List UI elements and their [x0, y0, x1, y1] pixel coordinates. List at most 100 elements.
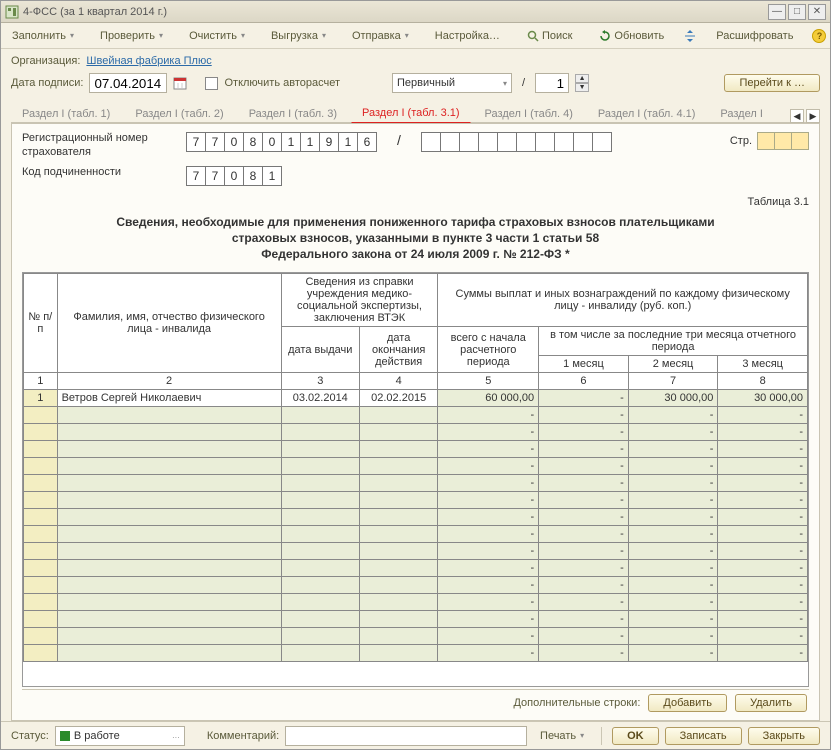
sub-cells: 77081: [186, 166, 282, 186]
reg-digit[interactable]: 7: [205, 132, 225, 152]
search-button[interactable]: Поиск: [519, 26, 579, 46]
col-number: 8: [718, 373, 808, 390]
reg-digit[interactable]: 7: [186, 132, 206, 152]
col-m3: 3 месяц: [718, 356, 808, 373]
sub-digit[interactable]: 7: [186, 166, 206, 186]
tab-scroll-right[interactable]: ▶: [806, 109, 820, 123]
close-button[interactable]: Закрыть: [748, 727, 820, 745]
reg-digit[interactable]: 1: [281, 132, 301, 152]
table-row[interactable]: ----: [24, 424, 808, 441]
col-last3: в том числе за последние три месяца отче…: [539, 327, 808, 356]
reg-digit[interactable]: 1: [338, 132, 358, 152]
table-row[interactable]: ----: [24, 475, 808, 492]
org-label: Организация:: [11, 55, 80, 67]
clear-button[interactable]: Очистить: [182, 27, 252, 45]
print-button[interactable]: Печать: [533, 727, 591, 745]
ok-button[interactable]: OK: [612, 727, 659, 745]
goto-button[interactable]: Перейти к …: [724, 74, 820, 92]
corr-num-spinner[interactable]: ▲▼: [575, 74, 589, 92]
autorecalc-checkbox[interactable]: [205, 77, 218, 90]
tab-1[interactable]: Раздел I (табл. 2): [124, 104, 234, 123]
table-row[interactable]: ----: [24, 577, 808, 594]
check-button[interactable]: Проверить: [93, 27, 170, 45]
sub-digit[interactable]: 0: [224, 166, 244, 186]
refresh-button[interactable]: Обновить: [591, 26, 671, 46]
col-m1: 1 месяц: [539, 356, 629, 373]
table-row[interactable]: ----: [24, 543, 808, 560]
tab-0[interactable]: Раздел I (табл. 1): [11, 104, 121, 123]
col-total: всего с начала расчетного периода: [438, 327, 539, 373]
page-cells: [758, 132, 809, 150]
table-row[interactable]: ----: [24, 509, 808, 526]
data-grid-scroll[interactable]: № п/п Фамилия, имя, отчество физического…: [22, 272, 809, 687]
table-row[interactable]: ----: [24, 492, 808, 509]
page-area: Регистрационный номер страхователя 77080…: [11, 122, 820, 721]
tab-2[interactable]: Раздел I (табл. 3): [238, 104, 348, 123]
sub-digit[interactable]: 8: [243, 166, 263, 186]
fill-button[interactable]: Заполнить: [5, 27, 81, 45]
col-num: № п/п: [24, 274, 58, 373]
reg-cells: 7708011916: [186, 132, 377, 152]
col-cert: Сведения из справки учреждения медико-со…: [281, 274, 438, 327]
reg-digit[interactable]: 1: [300, 132, 320, 152]
col-number: 2: [57, 373, 281, 390]
export-button[interactable]: Выгрузка: [264, 27, 333, 45]
save-button[interactable]: Записать: [665, 727, 742, 745]
col-date-issue: дата выдачи: [281, 327, 359, 373]
sub-digit[interactable]: 1: [262, 166, 282, 186]
doc-type-select[interactable]: Первичный▾: [392, 73, 512, 93]
add-row-button[interactable]: Добавить: [648, 694, 727, 712]
reg-digit[interactable]: 6: [357, 132, 377, 152]
minimize-button[interactable]: —: [768, 4, 786, 20]
table-row[interactable]: ----: [24, 645, 808, 662]
sign-date-label: Дата подписи:: [11, 77, 83, 89]
table-row[interactable]: ----: [24, 526, 808, 543]
table-row[interactable]: 1Ветров Сергей Николаевич03.02.201402.02…: [24, 390, 808, 407]
reg-digit[interactable]: 8: [243, 132, 263, 152]
tab-4[interactable]: Раздел I (табл. 4): [474, 104, 584, 123]
settings-button[interactable]: Настройка…: [428, 27, 507, 45]
table-row[interactable]: ----: [24, 560, 808, 577]
page-label: Стр.: [730, 135, 752, 147]
table-row[interactable]: ----: [24, 407, 808, 424]
reg-digit[interactable]: 0: [224, 132, 244, 152]
send-button[interactable]: Отправка: [345, 27, 416, 45]
col-sums: Суммы выплат и иных вознаграждений по ка…: [438, 274, 808, 327]
reg-digit[interactable]: 9: [319, 132, 339, 152]
table-row[interactable]: ----: [24, 458, 808, 475]
calendar-icon[interactable]: [173, 76, 187, 90]
app-icon: [5, 5, 19, 19]
col-number: 5: [438, 373, 539, 390]
sub-digit[interactable]: 7: [205, 166, 225, 186]
table-row[interactable]: ----: [24, 628, 808, 645]
tab-5[interactable]: Раздел I (табл. 4.1): [587, 104, 707, 123]
close-window-button[interactable]: ✕: [808, 4, 826, 20]
tab-6[interactable]: Раздел I: [709, 104, 773, 123]
expand-icon[interactable]: [683, 29, 697, 43]
content-area: Организация: Швейная фабрика Плюс Дата п…: [1, 49, 830, 721]
status-label: Статус:: [11, 730, 49, 742]
org-link[interactable]: Швейная фабрика Плюс: [86, 55, 211, 67]
reg-label: Регистрационный номер страхователя: [22, 132, 172, 160]
maximize-button[interactable]: □: [788, 4, 806, 20]
tab-scroll-left[interactable]: ◀: [790, 109, 804, 123]
app-window: 4-ФСС (за 1 квартал 2014 г.) — □ ✕ Запол…: [0, 0, 831, 750]
col-number: 3: [281, 373, 359, 390]
sign-date-input[interactable]: [89, 73, 167, 93]
col-number: 1: [24, 373, 58, 390]
corr-num-input[interactable]: [535, 73, 569, 93]
col-fio: Фамилия, имя, отчество физического лица …: [57, 274, 281, 373]
sub-label: Код подчиненности: [22, 166, 172, 180]
help-icon[interactable]: ?: [812, 29, 826, 43]
table-row[interactable]: ----: [24, 611, 808, 628]
table-row[interactable]: ----: [24, 594, 808, 611]
reg-cells-ext: [421, 132, 612, 152]
delete-row-button[interactable]: Удалить: [735, 694, 807, 712]
status-select[interactable]: В работе …: [55, 726, 185, 746]
comment-input[interactable]: [285, 726, 527, 746]
table-row[interactable]: ----: [24, 441, 808, 458]
tab-strip: Раздел I (табл. 1) Раздел I (табл. 2) Ра…: [11, 103, 820, 123]
reg-digit[interactable]: 0: [262, 132, 282, 152]
decode-button[interactable]: Расшифровать: [709, 27, 800, 45]
tab-3[interactable]: Раздел I (табл. 3.1): [351, 103, 471, 123]
